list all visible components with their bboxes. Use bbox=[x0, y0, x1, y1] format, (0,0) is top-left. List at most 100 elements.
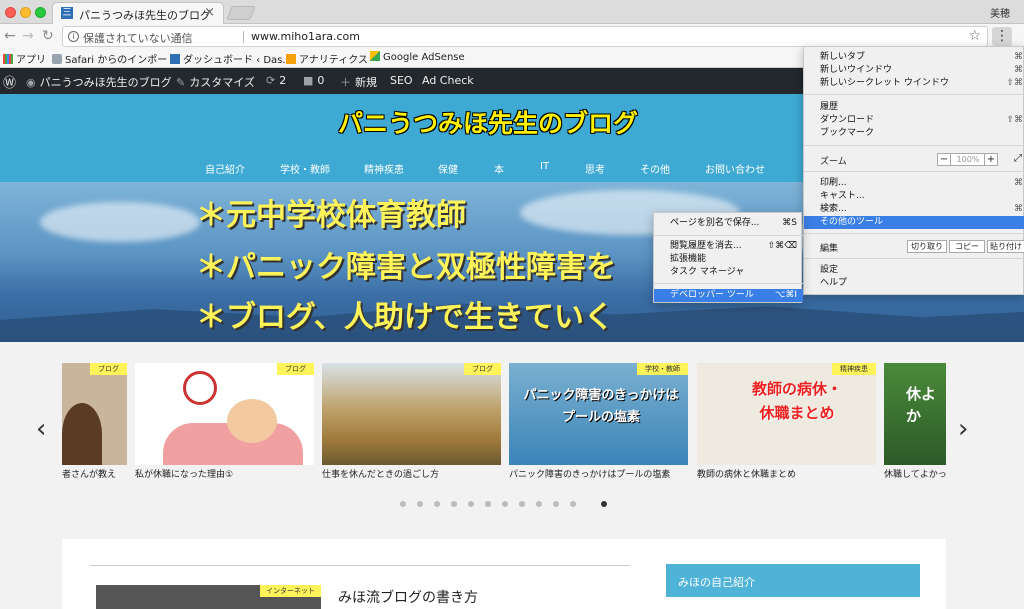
nav-item[interactable]: IT bbox=[540, 161, 549, 172]
menu-downloads[interactable]: ダウンロード ⇧⌘ bbox=[804, 114, 1024, 127]
carousel-card[interactable]: 休よか 休職してよかっ bbox=[884, 363, 946, 482]
carousel-dot[interactable] bbox=[519, 501, 525, 507]
hero-line: ＊パニック障害と双極性障害を bbox=[196, 250, 616, 285]
submenu-developer-tools[interactable]: デベロッパー ツール ⌥⌘I bbox=[654, 289, 803, 302]
menu-label: 新しいシークレット ウインドウ bbox=[820, 78, 949, 88]
menu-settings[interactable]: 設定 bbox=[804, 264, 1024, 277]
maximize-window-button[interactable] bbox=[35, 7, 46, 18]
menu-label: 設定 bbox=[820, 265, 839, 275]
minimize-window-button[interactable] bbox=[20, 7, 31, 18]
nav-item[interactable]: 学校・教師 bbox=[280, 161, 330, 176]
carousel-dot-active[interactable] bbox=[601, 501, 607, 507]
carousel-dot[interactable] bbox=[417, 501, 423, 507]
admin-customize-link[interactable]: ✎ カスタマイズ bbox=[176, 74, 255, 90]
menu-new-tab[interactable]: 新しいタブ ⌘ bbox=[804, 51, 1024, 64]
nav-item[interactable]: 保健 bbox=[438, 161, 458, 176]
carousel-card[interactable]: ブログ 者さんが教え bbox=[62, 363, 127, 482]
bookmark-safari-import[interactable]: Safari からのインポート bbox=[52, 51, 177, 66]
browser-tab[interactable]: 三 パニうつみほ先生のブログ × bbox=[52, 2, 224, 24]
admin-comments-link[interactable]: ■ 0 bbox=[303, 74, 324, 87]
carousel-dot[interactable] bbox=[536, 501, 542, 507]
bookmark-apps[interactable]: アプリ bbox=[3, 51, 46, 66]
menu-new-incognito[interactable]: 新しいシークレット ウインドウ ⇧⌘ bbox=[804, 77, 1024, 90]
admin-seo-link[interactable]: SEO bbox=[390, 74, 413, 87]
admin-updates-link[interactable]: ⟳ 2 bbox=[266, 74, 286, 87]
menu-shortcut: ⌘ bbox=[1014, 65, 1023, 75]
submenu-save-page[interactable]: ページを別名で保存... ⌘S bbox=[654, 217, 803, 230]
card-caption: 者さんが教え bbox=[62, 470, 117, 480]
close-window-button[interactable] bbox=[5, 7, 16, 18]
bookmark-analytics[interactable]: アナリティクス bbox=[286, 51, 368, 66]
nav-item[interactable]: 思考 bbox=[585, 161, 605, 176]
card-image: パニック障害のきっかけはプールの塩素 学校・教師 bbox=[509, 363, 688, 465]
paste-button[interactable]: 貼り付け bbox=[987, 240, 1024, 253]
profile-name[interactable]: 美穂 bbox=[990, 5, 1010, 20]
nav-item[interactable]: 精神疾患 bbox=[364, 161, 404, 176]
carousel-card[interactable]: パニック障害のきっかけはプールの塩素 学校・教師 パニック障害のきっかけはプール… bbox=[509, 363, 688, 482]
submenu-extensions[interactable]: 拡張機能 bbox=[654, 253, 803, 266]
menu-print[interactable]: 印刷... ⌘ bbox=[804, 177, 1024, 190]
hair-shape bbox=[62, 403, 102, 465]
chrome-menu-button[interactable]: ⋮ bbox=[992, 27, 1012, 46]
info-icon[interactable]: i bbox=[68, 31, 79, 42]
bookmark-dashboard[interactable]: ダッシュボード ‹ Das… bbox=[170, 51, 292, 66]
admin-site-link[interactable]: ◉ パニうつみほ先生のブログ bbox=[26, 74, 172, 90]
zoom-in-button[interactable]: + bbox=[984, 153, 998, 166]
menu-cast[interactable]: キャスト... bbox=[804, 190, 1024, 203]
bookmark-star-icon[interactable]: ☆ bbox=[968, 28, 981, 44]
category-badge: ブログ bbox=[464, 363, 501, 375]
carousel-dot[interactable] bbox=[502, 501, 508, 507]
admin-new-link[interactable]: ＋ 新規 bbox=[340, 74, 377, 90]
nav-item[interactable]: 本 bbox=[494, 161, 504, 176]
menu-history[interactable]: 履歴 bbox=[804, 101, 1024, 114]
carousel-dot[interactable] bbox=[553, 501, 559, 507]
zoom-out-button[interactable]: − bbox=[937, 153, 951, 166]
url-text[interactable]: www.miho1ara.com bbox=[251, 30, 360, 43]
carousel-dot[interactable] bbox=[400, 501, 406, 507]
forward-icon[interactable]: → bbox=[22, 28, 34, 44]
menu-help[interactable]: ヘルプ bbox=[804, 277, 1024, 290]
menu-separator bbox=[804, 258, 1024, 259]
site-title[interactable]: パニうつみほ先生のブログ bbox=[338, 104, 638, 140]
menu-separator bbox=[804, 233, 1024, 234]
reload-icon[interactable]: ↻ bbox=[42, 28, 54, 44]
submenu-clear-history[interactable]: 閲覧履歴を消去... ⇧⌘⌫ bbox=[654, 240, 803, 253]
submenu-label: 拡張機能 bbox=[670, 254, 707, 264]
carousel-dot[interactable] bbox=[570, 501, 576, 507]
bookmark-label: Google AdSense bbox=[383, 52, 465, 63]
carousel-card[interactable]: 教師の病休・休職まとめ 精神疾患 教師の病休と休職まとめ bbox=[697, 363, 876, 482]
nav-item[interactable]: お問い合わせ bbox=[705, 161, 765, 176]
carousel-next-icon[interactable]: › bbox=[958, 414, 968, 444]
favicon-icon: 三 bbox=[61, 7, 73, 19]
nav-item[interactable]: その他 bbox=[640, 161, 670, 176]
menu-label: ダウンロード bbox=[820, 115, 875, 125]
carousel-dot[interactable] bbox=[451, 501, 457, 507]
address-bar[interactable]: i 保護されていない通信 www.miho1ara.com ☆ bbox=[62, 26, 988, 47]
menu-bookmarks[interactable]: ブックマーク bbox=[804, 127, 1024, 140]
bookmark-adsense[interactable]: Google AdSense bbox=[370, 51, 465, 63]
cut-button[interactable]: 切り取り bbox=[907, 240, 947, 253]
category-badge: 学校・教師 bbox=[637, 363, 688, 375]
carousel-card[interactable]: ブログ 私が休職になった理由① bbox=[135, 363, 314, 482]
wordpress-logo-icon[interactable]: Ⓦ bbox=[3, 72, 16, 91]
nav-item[interactable]: 自己紹介 bbox=[205, 161, 245, 176]
carousel-prev-icon[interactable]: ‹ bbox=[36, 414, 46, 444]
back-icon[interactable]: ← bbox=[4, 28, 16, 44]
post-title[interactable]: みほ流ブログの書き方 bbox=[338, 587, 478, 607]
carousel-dot[interactable] bbox=[485, 501, 491, 507]
fullscreen-icon[interactable]: ⤢ bbox=[1014, 153, 1022, 164]
submenu-task-manager[interactable]: タスク マネージャ bbox=[654, 266, 803, 279]
copy-button[interactable]: コピー bbox=[949, 240, 985, 253]
updates-icon: ⟳ bbox=[266, 74, 276, 87]
carousel-dot[interactable] bbox=[468, 501, 474, 507]
menu-shortcut: ⌘ bbox=[1014, 204, 1023, 214]
menu-label: ヘルプ bbox=[820, 278, 848, 288]
close-tab-icon[interactable]: × bbox=[204, 5, 215, 20]
carousel-dot[interactable] bbox=[434, 501, 440, 507]
menu-new-window[interactable]: 新しいウインドウ ⌘ bbox=[804, 64, 1024, 77]
admin-adcheck-link[interactable]: Ad Check bbox=[422, 74, 474, 87]
carousel-card[interactable]: ブログ 仕事を休んだときの過ごし方 bbox=[322, 363, 501, 482]
new-tab-button[interactable] bbox=[226, 6, 256, 20]
menu-more-tools[interactable]: その他のツール bbox=[804, 216, 1024, 229]
menu-find[interactable]: 検索... ⌘ bbox=[804, 203, 1024, 216]
